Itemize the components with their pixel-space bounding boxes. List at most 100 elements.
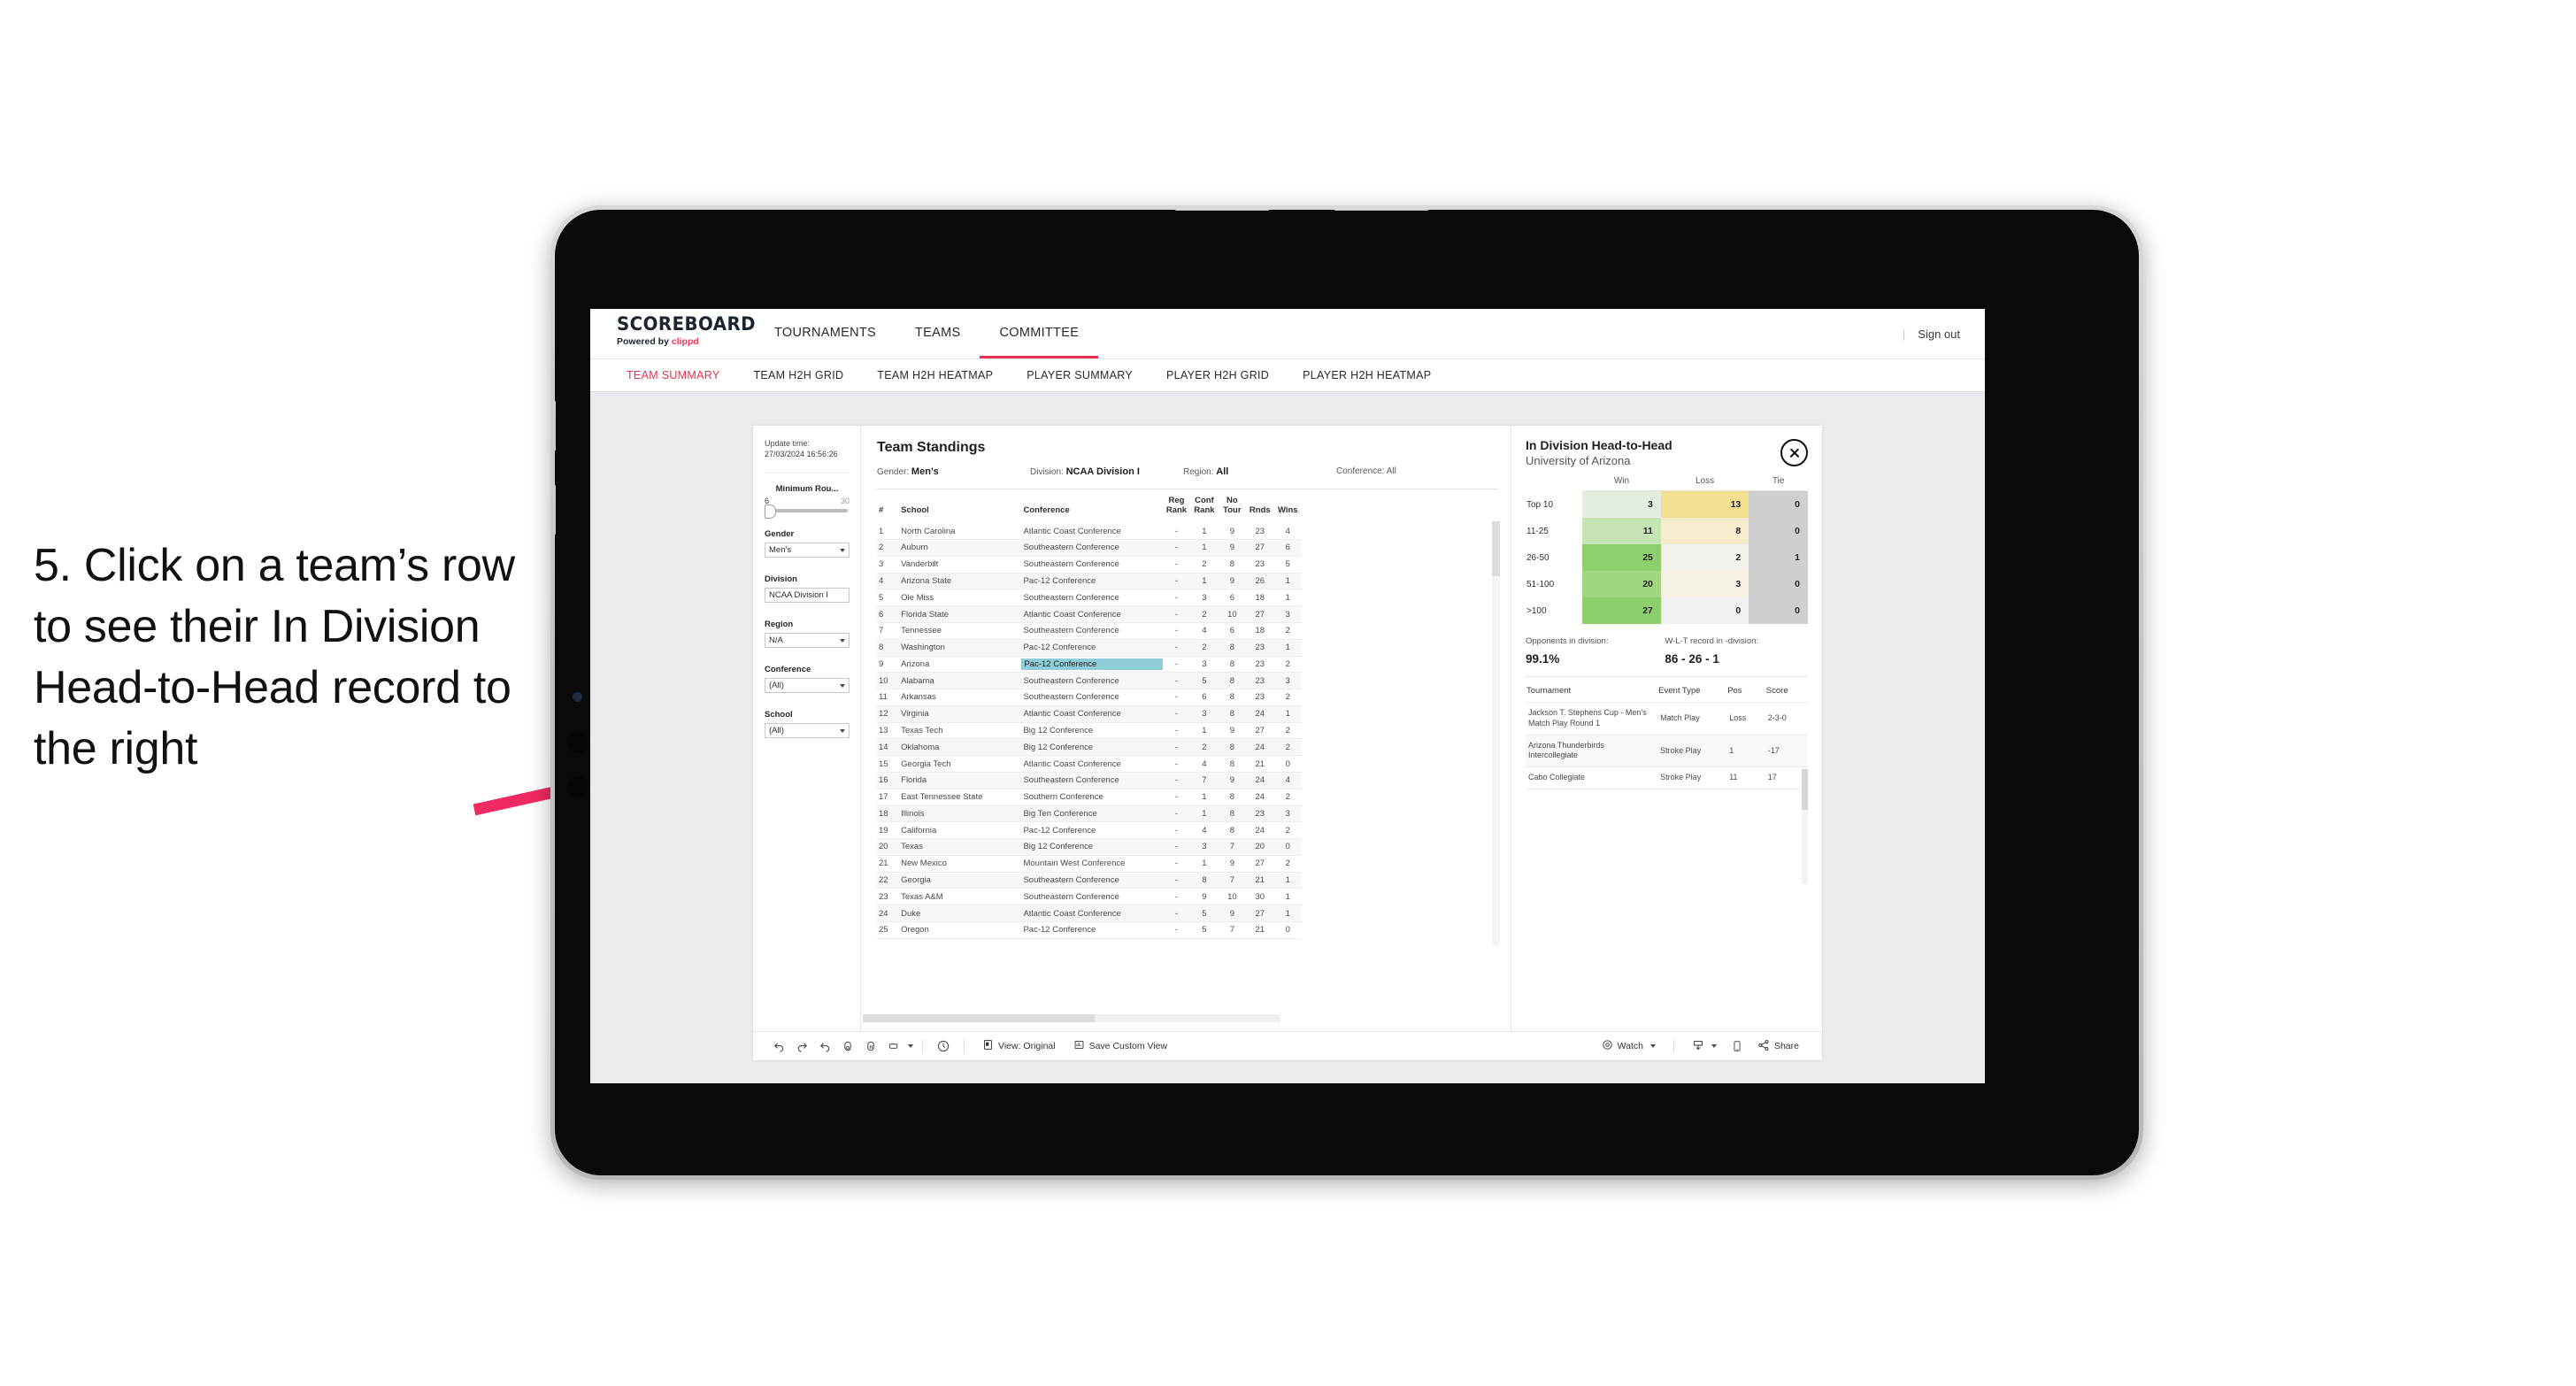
col-pos[interactable]: Pos [1726,685,1765,704]
table-row[interactable]: 21 New Mexico Mountain West Conference -1 9 2… [877,855,1302,873]
table-row[interactable]: 6 Florida State Atlantic Coast Conference -… [877,605,1302,623]
chevron-down-icon [1711,1044,1717,1048]
chevron-down-icon [840,728,845,733]
col-wins[interactable]: Wins [1274,493,1302,523]
tab-player-h2h-grid[interactable]: PLAYER H2H GRID [1150,369,1286,381]
col-rank[interactable]: # [877,493,899,523]
table-row[interactable]: 13 Texas Tech Big 12 Conference -1 9 27 2 [877,722,1302,740]
col-tournament[interactable]: Tournament [1526,685,1658,704]
table-row[interactable]: 18 Illinois Big Ten Conference -1 8 23 3 [877,805,1302,823]
col-reg-rank[interactable]: Reg Rank [1163,493,1190,523]
table-row[interactable]: 20 Texas Big 12 Conference -3 7 20 0 [877,838,1302,856]
table-row[interactable]: 4 Arizona State Pac-12 Conference -1 9 26 1 [877,573,1302,590]
nav-committee[interactable]: COMMITTEE [980,309,1099,358]
table-row[interactable]: 17 East Tennessee State Southern Conferenc… [877,789,1302,806]
watch-button[interactable]: Watch [1593,1039,1665,1053]
app-logo[interactable]: SCOREBOARD Powered by clippd [590,309,756,358]
pause-icon[interactable] [859,1040,882,1053]
cell-reg-rank: - [1162,689,1191,706]
cell-rnds: 18 [1246,622,1274,640]
cell-pos: Loss [1726,702,1765,735]
slider-handle[interactable] [765,504,776,520]
refresh-data-icon[interactable] [836,1040,859,1053]
power-button[interactable] [1174,210,1270,211]
school-select[interactable]: (All) [765,723,850,739]
cell-no-tour: 7 [1218,872,1247,889]
table-row[interactable]: 23 Texas A&M Southeastern Conference -9 10 30… [877,888,1302,906]
h2h-titles: In Division Head-to-Head University of A… [1526,438,1780,468]
standings-horizontal-scrollbar[interactable] [863,1014,1280,1022]
table-row[interactable]: 11 Arkansas Southeastern Conference -6 8 23 2 [877,689,1302,706]
chevron-down-icon[interactable] [908,1044,913,1048]
tab-team-summary[interactable]: TEAM SUMMARY [610,369,736,381]
share-button[interactable]: Share [1749,1039,1808,1054]
col-conf-rank[interactable]: Conf Rank [1190,493,1218,523]
undo-icon[interactable] [767,1040,790,1053]
top-button[interactable] [1334,210,1429,211]
tournament-row[interactable]: Jackson T. Stephens Cup - Men’s Match Pl… [1526,702,1808,735]
tab-player-summary[interactable]: PLAYER SUMMARY [1010,369,1150,381]
meta-conference-value: All [1386,466,1396,476]
table-row[interactable]: 12 Virginia Atlantic Coast Conference -3 8 24… [877,705,1302,723]
cell-tie: 0 [1749,490,1808,519]
standings-vertical-scrollbar[interactable] [1492,521,1500,946]
col-event-type[interactable]: Event Type [1657,685,1727,704]
table-row[interactable]: 3 Vanderbilt Southeastern Conference -2 8 23 5 [877,556,1302,574]
table-row[interactable]: 24 Duke Atlantic Coast Conference -5 9 27 1 [877,905,1302,922]
col-school[interactable]: School [899,493,1021,523]
table-row[interactable]: 2 Auburn Southeastern Conference -1 9 27 6 [877,539,1302,557]
cell-rank: 4 [877,573,900,590]
tab-player-h2h-heatmap[interactable]: PLAYER H2H HEATMAP [1286,369,1448,381]
revert-icon[interactable] [813,1040,836,1053]
table-row[interactable]: 10 Alabama Southeastern Conference -5 8 23 3 [877,672,1302,690]
volume-down-button[interactable] [555,484,556,535]
close-icon[interactable] [1780,439,1808,466]
scrollbar-thumb[interactable] [1802,769,1808,810]
table-row[interactable]: 1 North Carolina Atlantic Coast Conference… [877,523,1302,541]
meta-gender-label: Gender: [877,467,911,477]
cell-wins: 1 [1273,872,1302,889]
cell-rnds: 23 [1246,523,1274,541]
table-row[interactable]: 25 Oregon Pac-12 Conference -5 7 21 0 [877,921,1302,939]
col-conference[interactable]: Conference [1021,493,1162,523]
table-row[interactable]: 5 Ole Miss Southeastern Conference -3 6 18 1 [877,589,1302,607]
col-no-tour[interactable]: No Tour [1219,493,1246,523]
table-row[interactable]: 7 Tennessee Southeastern Conference -4 6 18 2 [877,622,1302,640]
tournament-row[interactable]: Cabo Collegiate Stroke Play 11 17 [1526,766,1808,789]
table-row[interactable]: 19 California Pac-12 Conference -4 8 24 2 [877,821,1302,840]
cell-conference: Southeastern Conference [1021,539,1163,557]
table-row[interactable]: 15 Georgia Tech Atlantic Coast Conference -… [877,755,1302,773]
clock-icon[interactable] [932,1039,955,1053]
save-custom-view-button[interactable]: Save Custom View [1065,1039,1177,1053]
tournament-row[interactable]: Arizona Thunderbirds Intercollegiate Stro… [1526,735,1808,768]
download-button[interactable] [1683,1039,1726,1054]
tab-team-h2h-heatmap[interactable]: TEAM H2H HEATMAP [860,369,1010,381]
cell-reg-rank: - [1162,605,1191,623]
col-rnds[interactable]: Rnds [1246,493,1273,523]
layout-icon[interactable] [882,1040,905,1053]
scrollbar-thumb[interactable] [863,1014,1095,1022]
redo-icon[interactable] [790,1040,813,1053]
scrollbar-thumb[interactable] [1492,521,1500,576]
table-row[interactable]: 9 Arizona Pac-12 Conference -3 8 23 2 [877,656,1302,674]
device-icon[interactable] [1726,1040,1749,1052]
nav-teams[interactable]: TEAMS [896,309,980,358]
table-row[interactable]: 22 Georgia Southeastern Conference -8 7 21 1 [877,872,1302,889]
view-original-button[interactable]: View: Original [973,1039,1065,1053]
table-row[interactable]: 8 Washington Pac-12 Conference -2 8 23 1 [877,639,1302,657]
col-score[interactable]: Score [1765,685,1808,704]
conference-select[interactable]: (All) [765,678,850,694]
tournament-scrollbar[interactable] [1802,769,1808,884]
gender-select[interactable]: Men’s [765,543,850,558]
division-select[interactable]: NCAA Division I [765,588,850,604]
min-rounds-slider[interactable] [765,504,848,520]
signout-link[interactable]: Sign out [1918,327,1960,341]
tab-team-h2h-grid[interactable]: TEAM H2H GRID [736,369,860,381]
table-row[interactable]: 14 Oklahoma Big 12 Conference -2 8 24 2 [877,738,1302,757]
volume-up-button[interactable] [555,400,556,451]
nav-tournaments[interactable]: TOURNAMENTS [755,309,896,358]
region-select[interactable]: N/A [765,633,850,649]
cell-school: East Tennessee State [899,789,1022,806]
meta-region: Region: All [1183,466,1336,477]
table-row[interactable]: 16 Florida Southeastern Conference -7 9 24 4 [877,772,1302,789]
